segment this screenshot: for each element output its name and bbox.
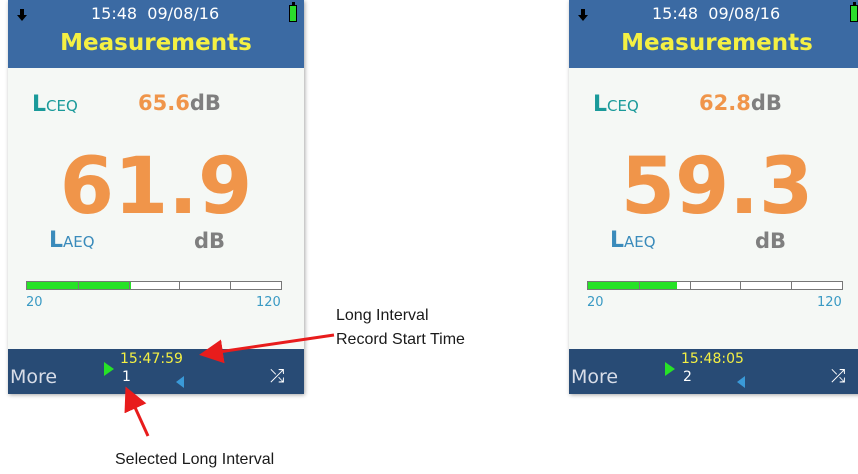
annotation-line: Long Interval [336,307,429,324]
annotation-selected-interval: Selected Long Interval [115,451,275,468]
annotation-arrows [124,333,335,437]
annotation-record-start: Long Interval Record Start Time [336,304,465,352]
record-time-arrow [199,333,335,364]
annotation-line: Record Start Time [336,331,465,348]
interval-arrow [124,386,150,437]
